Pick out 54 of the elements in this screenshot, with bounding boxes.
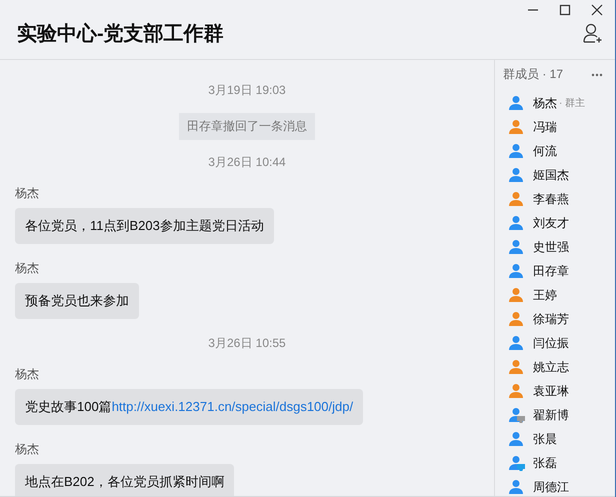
sender-name: 杨杰 <box>15 260 39 277</box>
member-name: 冯瑞 <box>533 118 557 136</box>
message-link[interactable]: http://xuexi.12371.cn/special/dsgs100/jdp/ <box>112 399 354 414</box>
message-bubble: 党史故事100篇http://xuexi.12371.cn/special/dsgs100/jdp/ <box>15 389 364 425</box>
maximize-icon[interactable] <box>559 4 571 16</box>
member-name: 张磊 <box>533 454 557 472</box>
timestamp: 3月26日 10:55 <box>207 335 287 352</box>
owner-tag: · 群主 <box>559 96 586 110</box>
members-heading: 群成员 · 17 <box>503 66 564 83</box>
member-item[interactable]: 田存章 <box>503 259 615 283</box>
member-item[interactable]: 王婷 <box>503 283 615 307</box>
recall-notice: 田存章撤回了一条消息 <box>179 113 315 140</box>
member-name: 翟新博 <box>533 406 569 424</box>
member-name: 杨杰 <box>533 94 557 112</box>
member-name: 王婷 <box>533 286 557 304</box>
message-bubble: 预备党员也来参加 <box>15 283 139 319</box>
member-name: 史世强 <box>533 238 569 256</box>
member-name: 刘友才 <box>533 214 569 232</box>
member-name: 何流 <box>533 142 557 160</box>
member-name: 徐瑞芳 <box>533 310 569 328</box>
timestamp: 3月19日 19:03 <box>207 82 287 99</box>
sender-name: 杨杰 <box>15 441 39 458</box>
member-item[interactable]: 周德江 <box>503 475 615 496</box>
member-item[interactable]: 徐瑞芳 <box>503 307 615 331</box>
member-item[interactable]: 翟新博 <box>503 403 615 427</box>
member-item[interactable]: 张晨 <box>503 427 615 451</box>
member-item[interactable]: 姬国杰 <box>503 163 615 187</box>
add-member-icon[interactable] <box>583 22 603 44</box>
member-item[interactable]: 冯瑞 <box>503 115 615 139</box>
member-name: 张晨 <box>533 430 557 448</box>
message-bubble: 地点在B202，各位党员抓紧时间啊 <box>15 464 234 496</box>
member-item[interactable]: 张磊 <box>503 451 615 475</box>
member-item[interactable]: 刘友才 <box>503 211 615 235</box>
window-title: 实验中心-党支部工作群 <box>17 22 224 47</box>
member-name: 姚立志 <box>533 358 569 376</box>
member-item[interactable]: 何流 <box>503 139 615 163</box>
member-name: 闫位振 <box>533 334 569 352</box>
member-name: 李春燕 <box>533 190 569 208</box>
member-name: 周德江 <box>533 478 569 496</box>
member-item[interactable]: 袁亚琳 <box>503 379 615 403</box>
sender-name: 杨杰 <box>15 366 39 383</box>
member-name: 姬国杰 <box>533 166 569 184</box>
member-item[interactable]: 姚立志 <box>503 355 615 379</box>
member-item[interactable]: 史世强 <box>503 235 615 259</box>
timestamp: 3月26日 10:44 <box>207 154 287 171</box>
message-bubble: 各位党员，11点到B203参加主题党日活动 <box>15 208 274 244</box>
member-item[interactable]: 杨杰 · 群主 <box>503 91 615 115</box>
member-name: 田存章 <box>533 262 569 280</box>
sender-name: 杨杰 <box>15 185 39 202</box>
member-name: 袁亚琳 <box>533 382 569 400</box>
member-item[interactable]: 闫位振 <box>503 331 615 355</box>
member-item[interactable]: 李春燕 <box>503 187 615 211</box>
more-icon[interactable] <box>591 72 603 76</box>
close-icon[interactable] <box>591 4 603 16</box>
